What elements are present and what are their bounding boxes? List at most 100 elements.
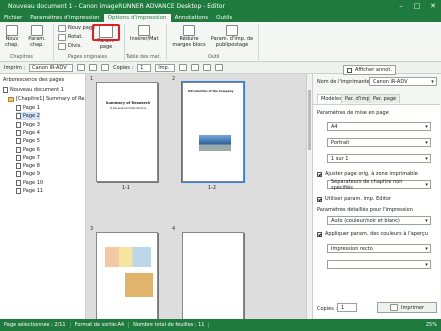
finishing-select[interactable]: ▾	[327, 260, 431, 269]
page-tree-panel: Arborescence des pages Nouveau document …	[0, 74, 89, 319]
page-icon	[16, 179, 21, 186]
printer-select[interactable]: Canon iR-ADV	[29, 63, 74, 72]
tree-page-item[interactable]: Page 3	[16, 121, 40, 129]
copies-field[interactable]: 1	[337, 303, 357, 312]
apply-colors-checkbox[interactable]	[317, 231, 322, 237]
chapter-separator-select[interactable]: Séparateurs de chapitre non spécifiés ▾	[327, 179, 431, 191]
use-editor-row[interactable]: Utiliser param. imp. Editor	[317, 196, 391, 202]
chevron-down-icon: ▾	[425, 155, 428, 162]
merge-print-settings-button[interactable]: Param. d'imp. de publipostage	[210, 25, 254, 48]
scroll-thumb[interactable]	[308, 90, 311, 150]
ribbon-separator	[53, 24, 54, 60]
tab-print-settings[interactable]: Paramètres d'impression	[26, 14, 103, 22]
prev-page-icon[interactable]	[89, 64, 98, 71]
status-bar: Page sélectionnée : 2/11 Format de sorti…	[0, 319, 441, 331]
minimize-button[interactable]: –	[393, 2, 409, 10]
tree-title: Arborescence des pages	[3, 77, 65, 83]
tree-page-item[interactable]: Page 4	[16, 129, 40, 137]
fit-page-row[interactable]: Ajuster page orig. à zone imprimable	[317, 171, 418, 177]
group-tools-label: Outil	[208, 55, 220, 60]
tree-root[interactable]: Nouveau document 1	[3, 86, 64, 94]
document-icon	[3, 87, 8, 93]
group-tables-label: Table des mat.	[126, 55, 161, 60]
printer-name-select[interactable]: Canon iR-ADV ▾	[369, 77, 437, 86]
divide-icon	[58, 43, 66, 50]
tree-page-item[interactable]: Page 6	[16, 146, 40, 154]
page-icon	[16, 171, 21, 178]
tab-file[interactable]: Fichier	[0, 14, 26, 22]
page-thumbnail-3[interactable]	[96, 232, 158, 319]
page-thumbnail-2[interactable]: Introduction of the Company	[181, 81, 245, 183]
print-menu[interactable]: Imp.	[155, 63, 176, 72]
copies-label: Copies :	[113, 64, 134, 71]
reduce-margins-button[interactable]: Réduire marges blocs	[172, 25, 206, 48]
printer-name-row: Nom de l'imprimante :	[317, 79, 374, 85]
tree-page-item[interactable]: Page 10	[16, 179, 43, 187]
page-icon	[16, 154, 21, 161]
chapter-settings-icon	[31, 25, 43, 36]
undo-icon[interactable]	[179, 64, 188, 71]
fit-page-checkbox[interactable]	[317, 171, 322, 177]
print-settings-panel: Afficher annot. Nom de l'imprimante : Ca…	[312, 65, 441, 319]
close-button[interactable]: ✕	[425, 2, 441, 10]
insert-toc-button[interactable]: Insérer/Mat	[130, 25, 158, 43]
page-thumbnail-4[interactable]	[182, 232, 244, 319]
page-icon	[16, 129, 21, 136]
first-page-icon[interactable]	[77, 64, 86, 71]
maximize-button[interactable]: □	[409, 2, 425, 10]
use-editor-checkbox[interactable]	[317, 196, 322, 202]
chevron-down-icon: ▾	[431, 78, 434, 85]
page-icon	[16, 113, 21, 120]
zoom-level[interactable]: 25%	[426, 322, 441, 328]
tab-page-params[interactable]: Par. page	[369, 94, 401, 103]
tab-tools[interactable]: Outils	[212, 14, 236, 22]
new-chapter-icon	[6, 25, 18, 36]
chapter-settings-button[interactable]: Param. chap.	[26, 25, 48, 48]
new-page-button[interactable]: Nouv page	[58, 25, 95, 32]
tree-page-item[interactable]: Page 1	[16, 104, 40, 112]
redo-icon[interactable]	[191, 64, 200, 71]
apply-colors-row[interactable]: Appliquer param. des couleurs à l'aperçu	[317, 231, 428, 237]
detail-header: Paramètres détaillés pour l'impression	[317, 207, 413, 213]
paper-size-select[interactable]: A4 ▾	[327, 122, 431, 131]
divide-button[interactable]: Divis.	[58, 43, 82, 50]
copies-input[interactable]: 1	[137, 63, 152, 72]
tab-annotations[interactable]: Annotations	[171, 14, 213, 22]
new-chapter-button[interactable]: Nouv chap.	[3, 25, 21, 48]
refresh-icon[interactable]	[203, 64, 212, 71]
chevron-down-icon: ▾	[425, 261, 428, 268]
print-button[interactable]: Imprimer	[377, 302, 437, 313]
tree-page-item[interactable]: Page 7	[16, 154, 40, 162]
page-icon	[16, 105, 21, 111]
tree-page-item[interactable]: Page 8	[16, 162, 40, 170]
thumb-photo	[199, 135, 231, 151]
delete-icon[interactable]	[215, 64, 224, 71]
tree-page-item[interactable]: Page 9	[16, 170, 40, 178]
tree-page-item[interactable]: Page 11	[16, 187, 43, 195]
printer-icon	[390, 304, 399, 311]
tree-page-item[interactable]: Page 2	[16, 112, 40, 121]
tree-chapter[interactable]: [Chapitre1] Summary of Re...	[8, 95, 89, 103]
thumb-title: Summary of Research	[105, 101, 151, 105]
thumb-label: 1-2	[207, 185, 217, 191]
page-icon	[16, 163, 21, 170]
chevron-down-icon: ▾	[425, 217, 428, 224]
ribbon: Nouv chap. Param. chap. Chapitres Nouv p…	[0, 22, 441, 62]
tab-print-options[interactable]: Options d'impression	[103, 14, 171, 22]
rotate-button[interactable]: Rotat.	[58, 34, 83, 41]
chevron-down-icon: ▾	[425, 245, 428, 252]
print-sides-select[interactable]: Impression recto ▾	[327, 244, 431, 253]
printer-label: Imprim :	[4, 64, 26, 71]
thumbnail-view: 1 Summary of Research of Development Man…	[86, 74, 306, 319]
folder-icon	[8, 96, 14, 102]
next-page-icon[interactable]	[101, 64, 110, 71]
display-annotations-button[interactable]: Afficher annot.	[343, 65, 396, 75]
color-mode-select[interactable]: Auto (couleur/noir et blanc) ▾	[327, 216, 431, 225]
merge-print-icon	[226, 25, 238, 36]
page-thumbnail-1[interactable]: Summary of Research of Development Manuf…	[96, 82, 158, 182]
pages-per-sheet-select[interactable]: 1 sur 1 ▾	[327, 154, 431, 163]
thumb-chart	[105, 247, 151, 267]
highlight-frame	[92, 24, 120, 41]
tree-page-item[interactable]: Page 5	[16, 137, 40, 145]
orientation-select[interactable]: Portrait ▾	[327, 138, 431, 147]
